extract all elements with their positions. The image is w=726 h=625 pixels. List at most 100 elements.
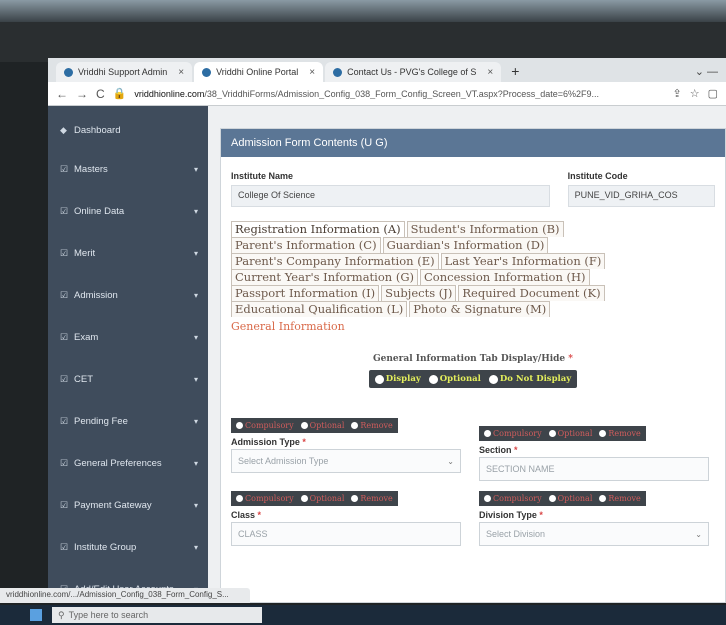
field-option-radios: Compulsory Optional Remove xyxy=(479,491,646,506)
taskbar: ⚲ Type here to search xyxy=(0,605,726,625)
radio-do-not-display[interactable]: Do Not Display xyxy=(489,374,571,384)
app-area: ◆ Dashboard ☑ Masters ▾ ☑ Online Data ▾ … xyxy=(48,106,726,603)
sidebar-item-exam[interactable]: ☑ Exam ▾ xyxy=(48,316,208,358)
sidebar-item-masters[interactable]: ☑ Masters ▾ xyxy=(48,148,208,190)
tab-last-year-information[interactable]: Last Year's Information (F) xyxy=(440,253,606,269)
radio-optional[interactable]: Optional xyxy=(549,429,593,438)
sidebar-item-pending-fee[interactable]: ☑ Pending Fee ▾ xyxy=(48,400,208,442)
radio-compulsory[interactable]: Compulsory xyxy=(236,421,294,430)
sidebar-item-payment-gateway[interactable]: ☑ Payment Gateway ▾ xyxy=(48,484,208,526)
radio-optional[interactable]: Optional xyxy=(549,494,593,503)
forward-icon[interactable]: → xyxy=(76,87,88,101)
browser-tab-label: Vriddhi Support Admin xyxy=(78,67,168,77)
favicon-icon xyxy=(333,67,343,77)
tab-photo-signature[interactable]: Photo & Signature (M) xyxy=(409,301,551,317)
tab-registration-information[interactable]: Registration Information (A) xyxy=(231,221,405,237)
tab-concession-information[interactable]: Concession Information (H) xyxy=(420,269,590,285)
required-mark: * xyxy=(257,510,262,520)
chevron-down-icon: ⌄ xyxy=(447,456,454,466)
class-input[interactable]: CLASS xyxy=(231,522,461,546)
tab-subjects[interactable]: Subjects (J) xyxy=(381,285,457,301)
admission-type-field-group: Compulsory Optional Remove Admission Typ… xyxy=(231,418,461,481)
display-radio-group: Display Optional Do Not Display xyxy=(368,370,578,388)
taskbar-search-placeholder: Type here to search xyxy=(68,610,149,620)
browser-tab[interactable]: Vriddhi Support Admin × xyxy=(56,62,193,82)
division-type-field-group: Compulsory Optional Remove Division Type… xyxy=(479,491,709,546)
tab-current-year-information[interactable]: Current Year's Information (G) xyxy=(231,269,418,285)
bookmark-star-icon[interactable]: ☆ xyxy=(690,87,700,100)
url-field[interactable]: vriddhionline.com/38_VriddhiForms/Admiss… xyxy=(134,89,664,99)
radio-optional[interactable]: Optional xyxy=(301,421,345,430)
radio-optional[interactable]: Optional xyxy=(429,374,481,384)
sidebar-item-general-preferences[interactable]: ☑ General Preferences ▾ xyxy=(48,442,208,484)
radio-compulsory[interactable]: Compulsory xyxy=(484,429,542,438)
radio-remove[interactable]: Remove xyxy=(599,494,640,503)
division-type-select[interactable]: Select Division ⌄ xyxy=(479,522,709,546)
new-tab-button[interactable]: + xyxy=(503,62,527,82)
sidebar-item-label: CET xyxy=(74,373,93,385)
tab-student-information[interactable]: Student's Information (B) xyxy=(406,221,564,237)
back-icon[interactable]: ← xyxy=(56,87,68,101)
browser-tab[interactable]: Contact Us - PVG's College of S × xyxy=(325,62,502,82)
close-icon[interactable]: × xyxy=(309,67,315,78)
tab-parent-company-information[interactable]: Parent's Company Information (E) xyxy=(231,253,439,269)
required-mark: * xyxy=(514,445,518,455)
radio-remove[interactable]: Remove xyxy=(351,421,392,430)
institute-code-group: Institute Code PUNE_VID_GRIHA_COS xyxy=(567,171,715,207)
sidebar-item-cet[interactable]: ☑ CET ▾ xyxy=(48,358,208,400)
browser-tab-active[interactable]: Vriddhi Online Portal × xyxy=(194,62,324,82)
edit-icon: ☑ xyxy=(60,499,69,510)
sidebar-item-label: Exam xyxy=(74,331,99,343)
share-icon[interactable]: ⇪ xyxy=(673,87,682,100)
window-controls[interactable]: ⌄ — xyxy=(687,65,726,82)
admission-type-label: Admission Type * xyxy=(231,437,461,447)
monitor-bezel xyxy=(0,22,726,62)
chevron-down-icon: ▾ xyxy=(193,416,198,426)
edit-icon: ☑ xyxy=(60,415,69,426)
admission-type-select[interactable]: Select Admission Type ⌄ xyxy=(231,449,461,473)
chevron-down-icon: ▾ xyxy=(193,248,198,258)
tab-parent-information[interactable]: Parent's Information (C) xyxy=(231,237,381,253)
reload-icon[interactable]: C xyxy=(96,87,105,101)
sidebar-item-label: Pending Fee xyxy=(74,415,128,427)
windows-start-icon[interactable] xyxy=(30,609,42,621)
browser-tab-label: Contact Us - PVG's College of S xyxy=(347,67,477,77)
close-icon[interactable]: × xyxy=(178,67,184,78)
sidebar: ◆ Dashboard ☑ Masters ▾ ☑ Online Data ▾ … xyxy=(48,106,208,603)
form-section-tabs: Registration Information (A) Student's In… xyxy=(221,207,725,334)
tab-educational-qualification[interactable]: Educational Qualification (L) xyxy=(231,301,408,317)
radio-display[interactable]: Display xyxy=(375,374,421,384)
radio-compulsory[interactable]: Compulsory xyxy=(484,494,542,503)
section-field-group: Compulsory Optional Remove Section * SEC… xyxy=(479,426,709,481)
radio-optional[interactable]: Optional xyxy=(301,494,345,503)
taskbar-search[interactable]: ⚲ Type here to search xyxy=(52,607,262,623)
sidebar-item-online-data[interactable]: ☑ Online Data ▾ xyxy=(48,190,208,232)
browser-tab-strip: Vriddhi Support Admin × Vriddhi Online P… xyxy=(48,58,726,82)
chevron-down-icon: ▾ xyxy=(193,206,198,216)
institute-code-label: Institute Code xyxy=(567,171,628,181)
edit-icon: ☑ xyxy=(60,541,69,552)
radio-remove[interactable]: Remove xyxy=(351,494,392,503)
edit-icon: ☑ xyxy=(60,205,69,216)
sidebar-item-dashboard[interactable]: ◆ Dashboard xyxy=(48,106,208,148)
radio-remove[interactable]: Remove xyxy=(599,429,640,438)
lock-icon[interactable]: 🔒 xyxy=(113,87,127,100)
class-label: Class * xyxy=(231,510,461,520)
sidebar-item-label: Institute Group xyxy=(74,541,137,553)
class-placeholder: CLASS xyxy=(238,529,268,539)
sidebar-item-admission[interactable]: ☑ Admission ▾ xyxy=(48,274,208,316)
close-icon[interactable]: × xyxy=(487,67,493,78)
tab-passport-information[interactable]: Passport Information (I) xyxy=(231,285,380,301)
chevron-down-icon: ▾ xyxy=(193,500,198,510)
panel-title: Admission Form Contents (U G) xyxy=(221,129,725,157)
tab-required-document[interactable]: Required Document (K) xyxy=(458,285,605,301)
admission-type-placeholder: Select Admission Type xyxy=(238,456,329,466)
section-input[interactable]: SECTION NAME xyxy=(479,457,709,481)
sidepanel-icon[interactable]: ▢ xyxy=(708,87,718,100)
field-config-grid: Compulsory Optional Remove Admission Typ… xyxy=(221,388,725,546)
sidebar-item-institute-group[interactable]: ☑ Institute Group ▾ xyxy=(48,526,208,568)
sidebar-item-merit[interactable]: ☑ Merit ▾ xyxy=(48,232,208,274)
tab-guardian-information[interactable]: Guardian's Information (D) xyxy=(382,237,549,253)
radio-compulsory[interactable]: Compulsory xyxy=(236,494,294,503)
url-host: vriddhionline.com xyxy=(134,88,205,99)
